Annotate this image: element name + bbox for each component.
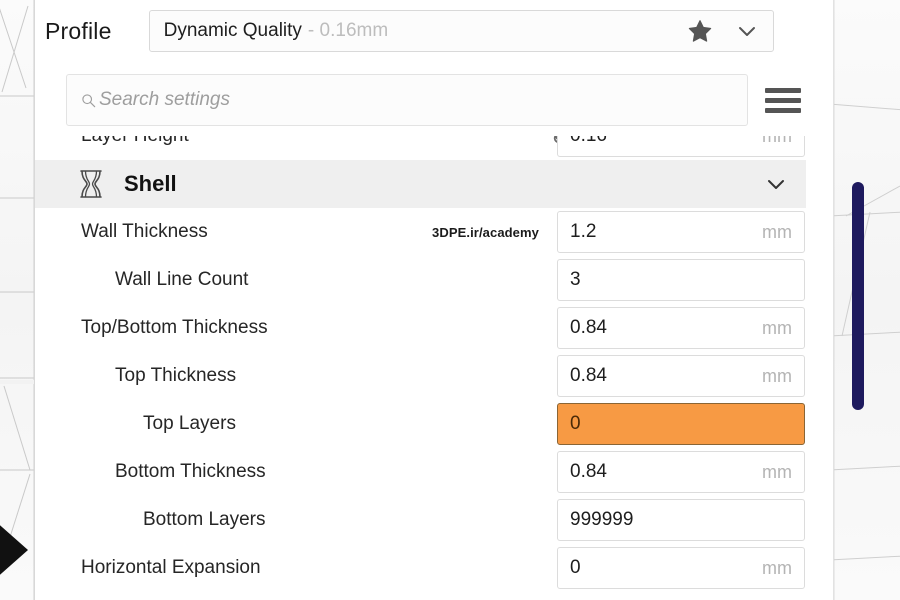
setting-label: Top Thickness — [115, 365, 237, 386]
star-icon[interactable] — [687, 18, 713, 44]
settings-scrollbar[interactable] — [852, 140, 864, 595]
search-placeholder: Search settings — [99, 89, 230, 110]
table-row[interactable]: Layer Height 0.16 mm — [35, 136, 835, 160]
setting-value-field[interactable]: 0.84 mm — [557, 355, 805, 397]
setting-label: Bottom Thickness — [115, 461, 266, 482]
settings-list: Layer Height 0.16 mm — [35, 136, 835, 600]
chevron-down-icon[interactable] — [764, 172, 788, 196]
section-header-shell[interactable]: Shell — [35, 160, 806, 208]
table-row[interactable]: Bottom Layers 999999 — [35, 496, 835, 544]
setting-unit: mm — [762, 317, 792, 338]
setting-value-field[interactable]: 0.84 mm — [557, 307, 805, 349]
build-plate-lines-left — [0, 0, 34, 600]
profile-dropdown[interactable]: Dynamic Quality - 0.16mm — [148, 10, 774, 52]
table-row[interactable]: Horizontal Expansion 0 mm — [35, 544, 835, 592]
table-row[interactable]: Bottom Thickness 0.84 mm — [35, 448, 835, 496]
table-row[interactable]: Top Layers 0 — [35, 400, 835, 448]
model-position-arrow — [0, 520, 28, 580]
search-row: Search settings — [35, 70, 835, 130]
settings-visibility-menu-button[interactable] — [765, 82, 801, 118]
setting-value: 0.16 — [570, 136, 607, 147]
setting-value-field[interactable]: 0.16 mm — [557, 136, 805, 157]
cura-settings-screen: Profile Dynamic Quality - 0.16mm Search … — [0, 0, 900, 600]
table-row[interactable]: Top/Bottom Thickness 0.84 mm — [35, 304, 835, 352]
setting-unit: mm — [762, 221, 792, 242]
search-input[interactable]: Search settings — [66, 74, 748, 126]
build-plate-lines-right — [834, 0, 900, 600]
hamburger-bar — [765, 107, 801, 113]
setting-value-field[interactable]: 0 mm — [557, 547, 805, 589]
viewport-backdrop-left — [0, 0, 34, 600]
setting-unit: mm — [762, 136, 792, 147]
section-title: Shell — [124, 171, 177, 196]
setting-value-field[interactable]: 1.2 mm — [557, 211, 805, 253]
setting-value-field[interactable]: 0.84 mm — [557, 451, 805, 493]
setting-value-field[interactable]: 3 — [557, 259, 805, 301]
settings-panel: Profile Dynamic Quality - 0.16mm Search … — [34, 0, 864, 600]
setting-label: Top/Bottom Thickness — [81, 317, 268, 338]
setting-label: Wall Line Count — [115, 269, 249, 290]
setting-value: 0.84 — [570, 317, 607, 338]
table-row[interactable]: Wall Line Count 3 — [35, 256, 835, 304]
profile-variant: - 0.16mm — [307, 20, 389, 41]
setting-value: 0 — [570, 413, 581, 434]
setting-unit: mm — [762, 557, 792, 578]
table-row[interactable]: Top Thickness 0.84 mm — [35, 352, 835, 400]
table-row[interactable]: Wall Thickness 3DPE.ir/academy 1.2 mm — [35, 208, 835, 256]
search-icon — [82, 93, 96, 107]
hamburger-bar — [765, 87, 801, 93]
setting-label: Wall Thickness — [81, 221, 208, 242]
setting-label: Bottom Layers — [143, 509, 266, 530]
chevron-down-icon[interactable] — [735, 19, 759, 43]
setting-label: Horizontal Expansion — [81, 557, 261, 578]
setting-value: 999999 — [570, 509, 634, 530]
profile-label: Profile — [45, 17, 112, 44]
setting-value: 3 — [570, 269, 581, 290]
setting-unit: mm — [762, 461, 792, 482]
shell-hourglass-icon — [80, 170, 102, 198]
profile-header: Profile Dynamic Quality - 0.16mm — [35, 0, 835, 62]
setting-label: Layer Height — [35, 136, 189, 147]
setting-value: 0.84 — [570, 365, 607, 386]
setting-value: 0 — [570, 557, 581, 578]
profile-name: Dynamic Quality — [163, 20, 302, 41]
setting-label: Top Layers — [143, 413, 236, 434]
setting-unit: mm — [762, 365, 792, 386]
setting-value-field[interactable]: 999999 — [557, 499, 805, 541]
setting-value-field-highlighted[interactable]: 0 — [557, 403, 805, 445]
watermark: 3DPE.ir/academy — [432, 224, 540, 240]
scrollbar-thumb[interactable] — [852, 182, 864, 410]
viewport-backdrop-right — [834, 0, 900, 600]
setting-value: 0.84 — [570, 461, 607, 482]
setting-value: 1.2 — [570, 221, 597, 242]
hamburger-bar — [765, 97, 801, 103]
